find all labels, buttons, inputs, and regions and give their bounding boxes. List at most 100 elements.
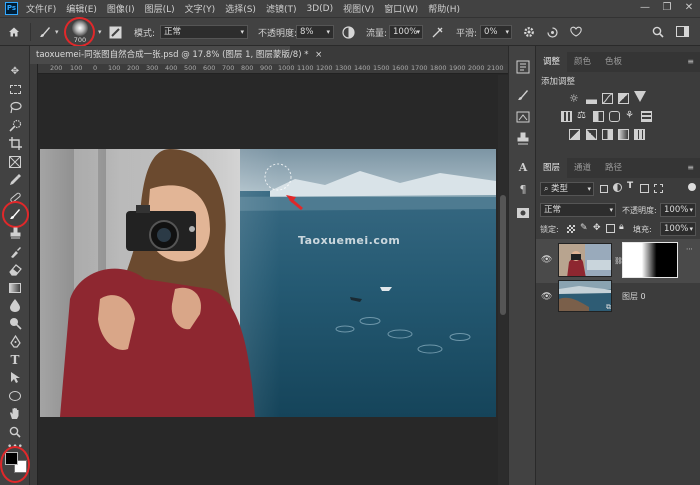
menu-edit[interactable]: 编辑(E) — [66, 2, 97, 15]
menu-help[interactable]: 帮助(H) — [428, 2, 460, 15]
lock-all-icon[interactable]: 🔒︎ — [619, 222, 624, 232]
gear-icon[interactable] — [523, 18, 535, 46]
history-brush-tool-icon[interactable] — [3, 243, 27, 260]
marquee-tool-icon[interactable] — [3, 81, 27, 98]
layer-row-layer1[interactable]: 👁︎ ⛓︎ ⋯ — [536, 239, 700, 283]
tab-layers[interactable]: 图层 — [536, 158, 568, 178]
layer-name[interactable]: 图层 0 — [622, 291, 646, 302]
tab-adjustments[interactable]: 调整 — [536, 52, 568, 72]
fill-input[interactable]: 100% ▾ — [660, 222, 696, 236]
layer-row-layer0[interactable]: 👁︎ 图层 0 ⧉ — [536, 279, 700, 315]
close-tab-icon[interactable]: × — [315, 50, 322, 60]
visibility-eye-icon[interactable]: 👁︎ — [541, 292, 552, 302]
menu-layer[interactable]: 图层(L) — [145, 2, 175, 15]
lasso-tool-icon[interactable] — [3, 99, 27, 116]
document-tab[interactable]: taoxuemei-同张图自然合成一张.psd @ 17.8% (图层 1, 图… — [30, 46, 322, 64]
layers-menu-icon[interactable]: ≡ — [687, 163, 694, 172]
brush-settings-icon[interactable] — [109, 18, 122, 46]
scrollbar-thumb[interactable] — [500, 195, 506, 315]
tab-color[interactable]: 颜色 — [567, 52, 598, 72]
exposure-icon[interactable] — [618, 93, 629, 104]
dodge-tool-icon[interactable] — [3, 315, 27, 332]
brush-preset-picker[interactable]: 700 — [64, 17, 96, 47]
layer1-mask-thumbnail[interactable] — [622, 242, 678, 278]
invert-icon[interactable] — [569, 129, 580, 140]
history-panel-icon[interactable] — [515, 60, 531, 76]
menu-view[interactable]: 视图(V) — [343, 2, 374, 15]
eyedropper-tool-icon[interactable] — [3, 171, 27, 188]
brush-chevron-icon[interactable]: ▾ — [98, 18, 102, 46]
path-select-tool-icon[interactable] — [3, 369, 27, 386]
filter-pixel-icon[interactable] — [600, 185, 608, 193]
menu-file[interactable]: 文件(F) — [26, 2, 56, 15]
properties-panel-icon[interactable] — [515, 206, 531, 222]
ellipse-tool-icon[interactable] — [3, 387, 27, 404]
character-panel-icon[interactable]: A — [515, 160, 531, 176]
levels-icon[interactable] — [586, 93, 597, 104]
home-icon[interactable] — [8, 18, 20, 46]
lock-artboard-icon[interactable] — [606, 224, 615, 233]
smooth-input[interactable]: 0% ▾ — [480, 25, 512, 39]
color-balance-icon[interactable]: ⚖ — [577, 110, 586, 121]
pressure-size-icon[interactable] — [546, 18, 559, 46]
quick-select-tool-icon[interactable] — [3, 117, 27, 134]
photo-filter-icon[interactable] — [609, 111, 620, 122]
layer0-thumbnail[interactable] — [558, 280, 612, 312]
restore-button[interactable]: ❐ — [656, 0, 678, 17]
filter-smart-object-icon[interactable] — [654, 184, 663, 193]
curves-icon[interactable] — [602, 93, 613, 104]
layer-opacity-input[interactable]: 100% ▾ — [660, 203, 696, 217]
brushes-panel-icon[interactable] — [515, 110, 531, 126]
filter-adjustment-icon[interactable] — [613, 183, 622, 192]
flow-input[interactable]: 100% ▾ — [389, 25, 423, 39]
filter-shape-icon[interactable] — [640, 184, 649, 193]
menu-window[interactable]: 窗口(W) — [384, 2, 418, 15]
layer-options-icon[interactable]: ⋯ — [686, 245, 693, 253]
brush-settings-panel-icon[interactable] — [515, 88, 531, 104]
menu-image[interactable]: 图像(I) — [107, 2, 135, 15]
black-white-icon[interactable] — [593, 111, 604, 122]
layer-filter-select[interactable]: ⌕ 类型 ▾ — [540, 182, 594, 196]
frame-tool-icon[interactable] — [3, 153, 27, 170]
mode-select[interactable]: 正常 ▾ — [160, 25, 248, 39]
vibrance-icon[interactable] — [634, 91, 646, 102]
gradient-tool-icon[interactable] — [3, 279, 27, 296]
crop-tool-icon[interactable] — [3, 135, 27, 152]
layer1-thumbnail[interactable] — [558, 243, 612, 277]
minimize-button[interactable]: — — [634, 0, 656, 17]
tab-swatches[interactable]: 色板 — [598, 52, 629, 72]
lock-position-icon[interactable]: ✥ — [593, 223, 601, 233]
posterize-icon[interactable] — [586, 129, 597, 140]
tab-paths[interactable]: 路径 — [598, 158, 629, 178]
pen-tool-icon[interactable] — [3, 333, 27, 350]
clone-stamp-tool-icon[interactable] — [3, 225, 27, 242]
menu-3d[interactable]: 3D(D) — [306, 4, 333, 14]
pressure-opacity-icon[interactable] — [342, 18, 355, 46]
search-icon[interactable] — [652, 18, 664, 46]
filter-toggle[interactable] — [688, 183, 696, 191]
blur-tool-icon[interactable] — [3, 297, 27, 314]
lock-pixels-icon[interactable]: ✎ — [580, 223, 588, 233]
vertical-scrollbar[interactable] — [498, 75, 508, 485]
brightness-contrast-icon[interactable]: ☼ — [569, 93, 580, 104]
threshold-icon[interactable] — [602, 129, 613, 140]
eraser-tool-icon[interactable] — [3, 261, 27, 278]
close-button[interactable]: ✕ — [678, 0, 700, 17]
brush-tool-icon[interactable] — [38, 18, 52, 46]
channel-mixer-icon[interactable]: ⚘ — [625, 110, 634, 121]
type-tool-icon[interactable]: T — [3, 351, 27, 368]
tab-channels[interactable]: 通道 — [567, 158, 598, 178]
blend-mode-select[interactable]: 正常 ▾ — [540, 203, 616, 217]
hand-tool-icon[interactable] — [3, 405, 27, 422]
symmetry-icon[interactable] — [569, 18, 583, 46]
lock-transparent-icon[interactable] — [567, 225, 575, 233]
airbrush-icon[interactable] — [431, 18, 444, 46]
tool-preset-chevron-icon[interactable]: ▾ — [55, 18, 59, 46]
gradient-map-icon[interactable] — [618, 129, 629, 140]
panel-menu-icon[interactable]: ≡ — [687, 57, 694, 66]
menu-select[interactable]: 选择(S) — [225, 2, 256, 15]
workspace-icon[interactable] — [676, 18, 689, 46]
visibility-eye-icon[interactable]: 👁︎ — [541, 255, 552, 265]
clone-source-panel-icon[interactable] — [515, 132, 531, 148]
paragraph-panel-icon[interactable]: ¶ — [515, 182, 531, 198]
